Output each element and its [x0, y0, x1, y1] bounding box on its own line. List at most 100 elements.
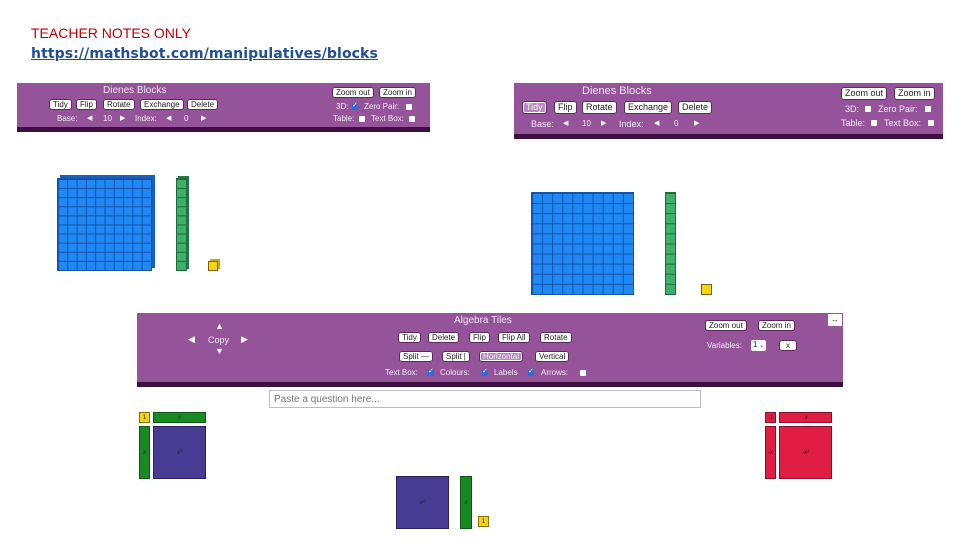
table-checkbox[interactable] — [871, 120, 877, 126]
labels-checkbox[interactable] — [528, 367, 534, 376]
vertical-button[interactable]: Vertical — [535, 351, 570, 362]
variables-label: Variables: — [707, 341, 742, 350]
base-decrease-icon[interactable]: ◀ — [563, 120, 568, 128]
x-squared-tile[interactable]: x² — [153, 426, 206, 479]
dienes-toolbar-right: Dienes Blocks Tidy Flip Rotate Exchange … — [514, 83, 943, 139]
flip-all-button[interactable]: Flip All — [498, 332, 530, 343]
3d-label: 3D: — [336, 102, 349, 111]
delete-button[interactable]: Delete — [187, 99, 219, 110]
index-decrease-icon[interactable]: ◀ — [654, 120, 659, 128]
move-right-icon[interactable]: ▶ — [241, 335, 248, 344]
3d-checkbox[interactable] — [352, 101, 358, 110]
toolbar-shadow — [17, 127, 430, 132]
zoom-in-button[interactable]: Zoom in — [758, 320, 795, 331]
colours-checkbox[interactable] — [482, 367, 488, 376]
exchange-button[interactable]: Exchange — [624, 101, 673, 114]
rotate-button[interactable]: Rotate — [582, 101, 617, 114]
move-left-icon[interactable]: ◀ — [188, 335, 195, 344]
zoom-out-button[interactable]: Zoom out — [841, 87, 888, 100]
base-increase-icon[interactable]: ▶ — [120, 115, 125, 123]
flip-button[interactable]: Flip — [469, 332, 490, 343]
x-tile-vertical[interactable]: x — [460, 476, 472, 529]
tidy-button[interactable]: Tidy — [49, 99, 72, 110]
3d-checkbox[interactable] — [865, 106, 871, 112]
hundred-flat-block[interactable] — [57, 178, 152, 271]
text-box-label: Text Box: — [884, 118, 922, 128]
index-label: Index: — [135, 114, 157, 123]
negative-x-tile-horizontal[interactable]: -x — [779, 412, 832, 423]
unit-tile[interactable]: 1 — [139, 412, 150, 423]
split-vertical-button[interactable]: Split | — [442, 351, 470, 362]
toolbar-title: Dienes Blocks — [582, 85, 652, 97]
unit-tile[interactable]: 1 — [478, 516, 489, 527]
zero-pair-label: Zero Pair: — [878, 104, 918, 114]
split-horizontal-button[interactable]: Split — — [399, 351, 433, 362]
toolbar-title: Algebra Tiles — [454, 315, 512, 326]
move-up-icon[interactable]: ▲ — [215, 322, 224, 331]
rotate-button[interactable]: Rotate — [103, 99, 135, 110]
toolbar-title: Dienes Blocks — [103, 85, 167, 96]
x-tile-horizontal[interactable]: x — [153, 412, 206, 423]
teacher-notes-title: TEACHER NOTES ONLY — [31, 25, 191, 41]
text-box-checkbox[interactable] — [928, 120, 934, 126]
base-increase-icon[interactable]: ▶ — [601, 120, 606, 128]
zero-pair-checkbox[interactable] — [406, 104, 412, 110]
base-decrease-icon[interactable]: ◀ — [87, 115, 92, 123]
table-label: Table: — [333, 114, 355, 123]
toolbar-shadow — [514, 134, 943, 139]
move-down-icon[interactable]: ▼ — [215, 347, 224, 356]
3d-label: 3D: — [845, 104, 860, 114]
question-input[interactable] — [269, 390, 701, 408]
base-value: 10 — [582, 119, 591, 128]
unit-cube-block[interactable] — [208, 261, 218, 271]
flip-button[interactable]: Flip — [76, 99, 97, 110]
exchange-button[interactable]: Exchange — [140, 99, 184, 110]
x-tile-vertical[interactable]: x — [139, 426, 150, 479]
variable-x-button[interactable]: x — [779, 340, 797, 351]
ten-rod-block[interactable] — [176, 178, 187, 271]
base-value: 10 — [103, 114, 112, 123]
index-increase-icon[interactable]: ▶ — [201, 115, 206, 123]
tidy-button[interactable]: Tidy — [522, 101, 547, 114]
base-label: Base: — [57, 114, 78, 123]
zoom-out-button[interactable]: Zoom out — [705, 320, 747, 331]
base-label: Base: — [531, 119, 555, 129]
colours-label: Colours: — [440, 368, 470, 377]
delete-button[interactable]: Delete — [678, 101, 713, 114]
table-label: Table: — [841, 118, 866, 128]
expand-icon[interactable]: ↔ — [828, 314, 842, 326]
tidy-button[interactable]: Tidy — [398, 332, 421, 343]
text-box-label: Text Box: — [385, 368, 418, 377]
index-increase-icon[interactable]: ▶ — [694, 120, 699, 128]
negative-unit-tile[interactable]: -1 — [765, 412, 776, 423]
rotate-button[interactable]: Rotate — [540, 332, 572, 343]
zoom-out-button[interactable]: Zoom out — [332, 87, 374, 98]
toolbar-shadow — [137, 382, 843, 387]
flip-button[interactable]: Flip — [554, 101, 577, 114]
negative-x-tile-vertical[interactable]: -x — [765, 426, 776, 479]
table-checkbox[interactable] — [359, 116, 365, 122]
labels-label: Labels — [494, 368, 518, 377]
arrows-label: Arrows: — [541, 368, 569, 377]
index-value: 0 — [674, 119, 679, 128]
index-decrease-icon[interactable]: ◀ — [166, 115, 171, 123]
zoom-in-button[interactable]: Zoom in — [894, 87, 935, 100]
unit-cube-block[interactable] — [701, 284, 712, 295]
delete-button[interactable]: Delete — [428, 332, 460, 343]
horizontal-button[interactable]: Horizontal — [479, 351, 524, 362]
arrows-checkbox[interactable] — [580, 370, 586, 376]
copy-label[interactable]: Copy — [208, 335, 229, 345]
ten-rod-block[interactable] — [665, 192, 676, 295]
zero-pair-checkbox[interactable] — [925, 106, 931, 112]
mathsbot-link[interactable]: https://mathsbot.com/manipulatives/block… — [31, 46, 378, 62]
text-box-checkbox[interactable] — [428, 367, 434, 376]
zoom-in-button[interactable]: Zoom in — [379, 87, 416, 98]
variables-select[interactable]: 1 ⌄ — [751, 340, 767, 351]
zero-pair-label: Zero Pair: — [364, 102, 400, 111]
x-squared-tile[interactable]: x² — [396, 476, 449, 529]
negative-x-squared-tile[interactable]: -x² — [779, 426, 832, 479]
text-box-label: Text Box: — [371, 114, 404, 123]
text-box-checkbox[interactable] — [409, 116, 415, 122]
algebra-tiles-toolbar: ▲ ◀ Copy ▶ ▼ Algebra Tiles Tidy Delete F… — [137, 313, 843, 387]
hundred-flat-block[interactable] — [531, 192, 634, 295]
